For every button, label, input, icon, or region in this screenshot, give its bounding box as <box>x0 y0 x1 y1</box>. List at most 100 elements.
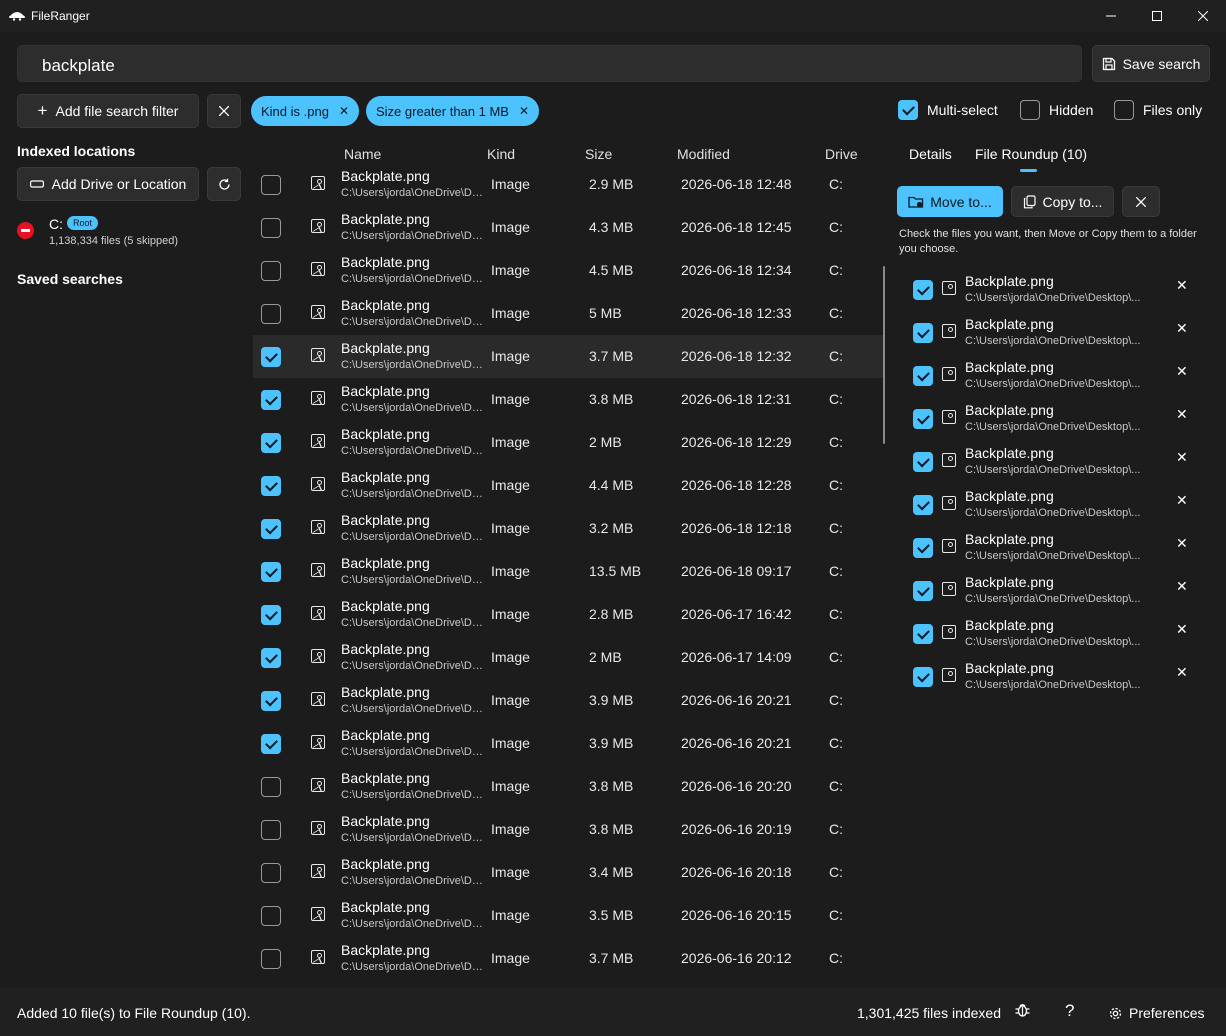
add-filter-button[interactable]: + Add file search filter <box>17 94 199 128</box>
column-size[interactable]: Size <box>585 146 612 162</box>
table-row[interactable]: Backplate.png C:\Users\jorda\OneDrive\Des… <box>253 808 885 851</box>
remove-item-icon[interactable]: ✕ <box>1176 621 1188 638</box>
remove-item-icon[interactable]: ✕ <box>1176 363 1188 380</box>
preferences-button[interactable]: Preferences <box>1108 1005 1204 1021</box>
row-checkbox[interactable] <box>261 175 281 195</box>
roundup-item-checkbox[interactable] <box>913 452 933 472</box>
roundup-item[interactable]: Backplate.png C:\Users\jorda\OneDrive\Des… <box>897 655 1207 698</box>
roundup-item[interactable]: Backplate.png C:\Users\jorda\OneDrive\Des… <box>897 354 1207 397</box>
roundup-item-checkbox[interactable] <box>913 280 933 300</box>
table-row[interactable]: Backplate.png C:\Users\jorda\OneDrive\Des… <box>253 636 885 679</box>
move-to-button[interactable]: Move to... <box>897 186 1003 217</box>
remove-item-icon[interactable]: ✕ <box>1176 320 1188 337</box>
remove-item-icon[interactable]: ✕ <box>1176 535 1188 552</box>
hidden-checkbox[interactable] <box>1020 100 1040 120</box>
table-row[interactable]: Backplate.png C:\Users\jorda\OneDrive\Des… <box>253 421 885 464</box>
multi-select-option[interactable]: Multi-select <box>898 100 998 120</box>
multi-select-checkbox[interactable] <box>898 100 918 120</box>
remove-item-icon[interactable]: ✕ <box>1176 664 1188 681</box>
row-checkbox[interactable] <box>261 906 281 926</box>
column-name[interactable]: Name <box>344 146 381 162</box>
clear-filters-button[interactable] <box>207 94 241 128</box>
column-drive[interactable]: Drive <box>825 146 858 162</box>
row-checkbox[interactable] <box>261 347 281 367</box>
roundup-item-checkbox[interactable] <box>913 495 933 515</box>
row-checkbox[interactable] <box>261 949 281 969</box>
table-row[interactable]: Backplate.png C:\Users\jorda\OneDrive\Des… <box>253 292 885 335</box>
roundup-item-checkbox[interactable] <box>913 581 933 601</box>
table-row[interactable]: Backplate.png C:\Users\jorda\OneDrive\Des… <box>253 206 885 249</box>
roundup-item[interactable]: Backplate.png C:\Users\jorda\OneDrive\Des… <box>897 612 1207 655</box>
refresh-button[interactable] <box>207 167 241 201</box>
remove-item-icon[interactable]: ✕ <box>1176 406 1188 423</box>
remove-item-icon[interactable]: ✕ <box>1176 578 1188 595</box>
table-row[interactable]: Backplate.png C:\Users\jorda\OneDrive\Des… <box>253 722 885 765</box>
help-button[interactable]: ? <box>1065 1001 1074 1021</box>
table-row[interactable]: Backplate.png C:\Users\jorda\OneDrive\Des… <box>253 464 885 507</box>
roundup-item-checkbox[interactable] <box>913 538 933 558</box>
row-checkbox[interactable] <box>261 863 281 883</box>
location-drive[interactable]: C: <box>49 216 63 232</box>
roundup-item[interactable]: Backplate.png C:\Users\jorda\OneDrive\Des… <box>897 569 1207 612</box>
filter-chip-kind[interactable]: Kind is .png ✕ <box>251 96 359 126</box>
table-row[interactable]: Backplate.png C:\Users\jorda\OneDrive\Des… <box>253 765 885 808</box>
column-modified[interactable]: Modified <box>677 146 730 162</box>
row-checkbox[interactable] <box>261 605 281 625</box>
row-checkbox[interactable] <box>261 648 281 668</box>
remove-filter-icon[interactable]: ✕ <box>339 104 349 118</box>
row-checkbox[interactable] <box>261 777 281 797</box>
row-checkbox[interactable] <box>261 820 281 840</box>
row-checkbox[interactable] <box>261 476 281 496</box>
roundup-item[interactable]: Backplate.png C:\Users\jorda\OneDrive\Des… <box>897 483 1207 526</box>
row-checkbox[interactable] <box>261 433 281 453</box>
row-checkbox[interactable] <box>261 562 281 582</box>
copy-to-button[interactable]: Copy to... <box>1011 186 1114 217</box>
remove-item-icon[interactable]: ✕ <box>1176 492 1188 509</box>
remove-item-icon[interactable]: ✕ <box>1176 277 1188 294</box>
table-row[interactable]: Backplate.png C:\Users\jorda\OneDrive\Des… <box>253 507 885 550</box>
results-list[interactable]: Backplate.png C:\Users\jorda\OneDrive\Des… <box>253 142 885 988</box>
roundup-item-checkbox[interactable] <box>913 366 933 386</box>
table-row[interactable]: Backplate.png C:\Users\jorda\OneDrive\Des… <box>253 937 885 980</box>
add-drive-button[interactable]: Add Drive or Location <box>17 167 199 201</box>
table-row[interactable]: Backplate.png C:\Users\jorda\OneDrive\Des… <box>253 249 885 292</box>
close-window-button[interactable] <box>1180 0 1226 32</box>
row-checkbox[interactable] <box>261 304 281 324</box>
remove-item-icon[interactable]: ✕ <box>1176 449 1188 466</box>
maximize-button[interactable] <box>1134 0 1180 32</box>
tab-details[interactable]: Details <box>909 146 952 162</box>
table-row[interactable]: Backplate.png C:\Users\jorda\OneDrive\Des… <box>253 894 885 937</box>
roundup-item-checkbox[interactable] <box>913 409 933 429</box>
roundup-item[interactable]: Backplate.png C:\Users\jorda\OneDrive\Des… <box>897 397 1207 440</box>
roundup-item[interactable]: Backplate.png C:\Users\jorda\OneDrive\Des… <box>897 526 1207 569</box>
filter-chip-size[interactable]: Size greater than 1 MB ✕ <box>366 96 540 126</box>
row-checkbox[interactable] <box>261 218 281 238</box>
results-scrollbar[interactable] <box>883 266 885 444</box>
table-row[interactable]: Backplate.png C:\Users\jorda\OneDrive\Des… <box>253 335 885 378</box>
roundup-item-checkbox[interactable] <box>913 667 933 687</box>
remove-filter-icon[interactable]: ✕ <box>519 104 529 118</box>
roundup-item[interactable]: Backplate.png C:\Users\jorda\OneDrive\Des… <box>897 311 1207 354</box>
bug-report-button[interactable] <box>1014 1001 1031 1023</box>
save-search-button[interactable]: Save search <box>1092 45 1210 82</box>
roundup-item[interactable]: Backplate.png C:\Users\jorda\OneDrive\Des… <box>897 440 1207 483</box>
search-input[interactable]: backplate <box>17 45 1082 82</box>
table-row[interactable]: Backplate.png C:\Users\jorda\OneDrive\Des… <box>253 163 885 206</box>
table-row[interactable]: Backplate.png C:\Users\jorda\OneDrive\Des… <box>253 550 885 593</box>
row-checkbox[interactable] <box>261 261 281 281</box>
row-checkbox[interactable] <box>261 734 281 754</box>
minimize-button[interactable] <box>1088 0 1134 32</box>
row-checkbox[interactable] <box>261 691 281 711</box>
clear-roundup-button[interactable] <box>1122 186 1160 217</box>
table-row[interactable]: Backplate.png C:\Users\jorda\OneDrive\Des… <box>253 593 885 636</box>
tab-file-roundup[interactable]: File Roundup (10) <box>975 146 1087 162</box>
files-only-option[interactable]: Files only <box>1114 100 1202 120</box>
files-only-checkbox[interactable] <box>1114 100 1134 120</box>
table-row[interactable]: Backplate.png C:\Users\jorda\OneDrive\Des… <box>253 378 885 421</box>
table-row[interactable]: Backplate.png C:\Users\jorda\OneDrive\Des… <box>253 851 885 894</box>
roundup-item-checkbox[interactable] <box>913 624 933 644</box>
row-checkbox[interactable] <box>261 519 281 539</box>
row-checkbox[interactable] <box>261 390 281 410</box>
column-kind[interactable]: Kind <box>487 146 515 162</box>
hidden-option[interactable]: Hidden <box>1020 100 1093 120</box>
